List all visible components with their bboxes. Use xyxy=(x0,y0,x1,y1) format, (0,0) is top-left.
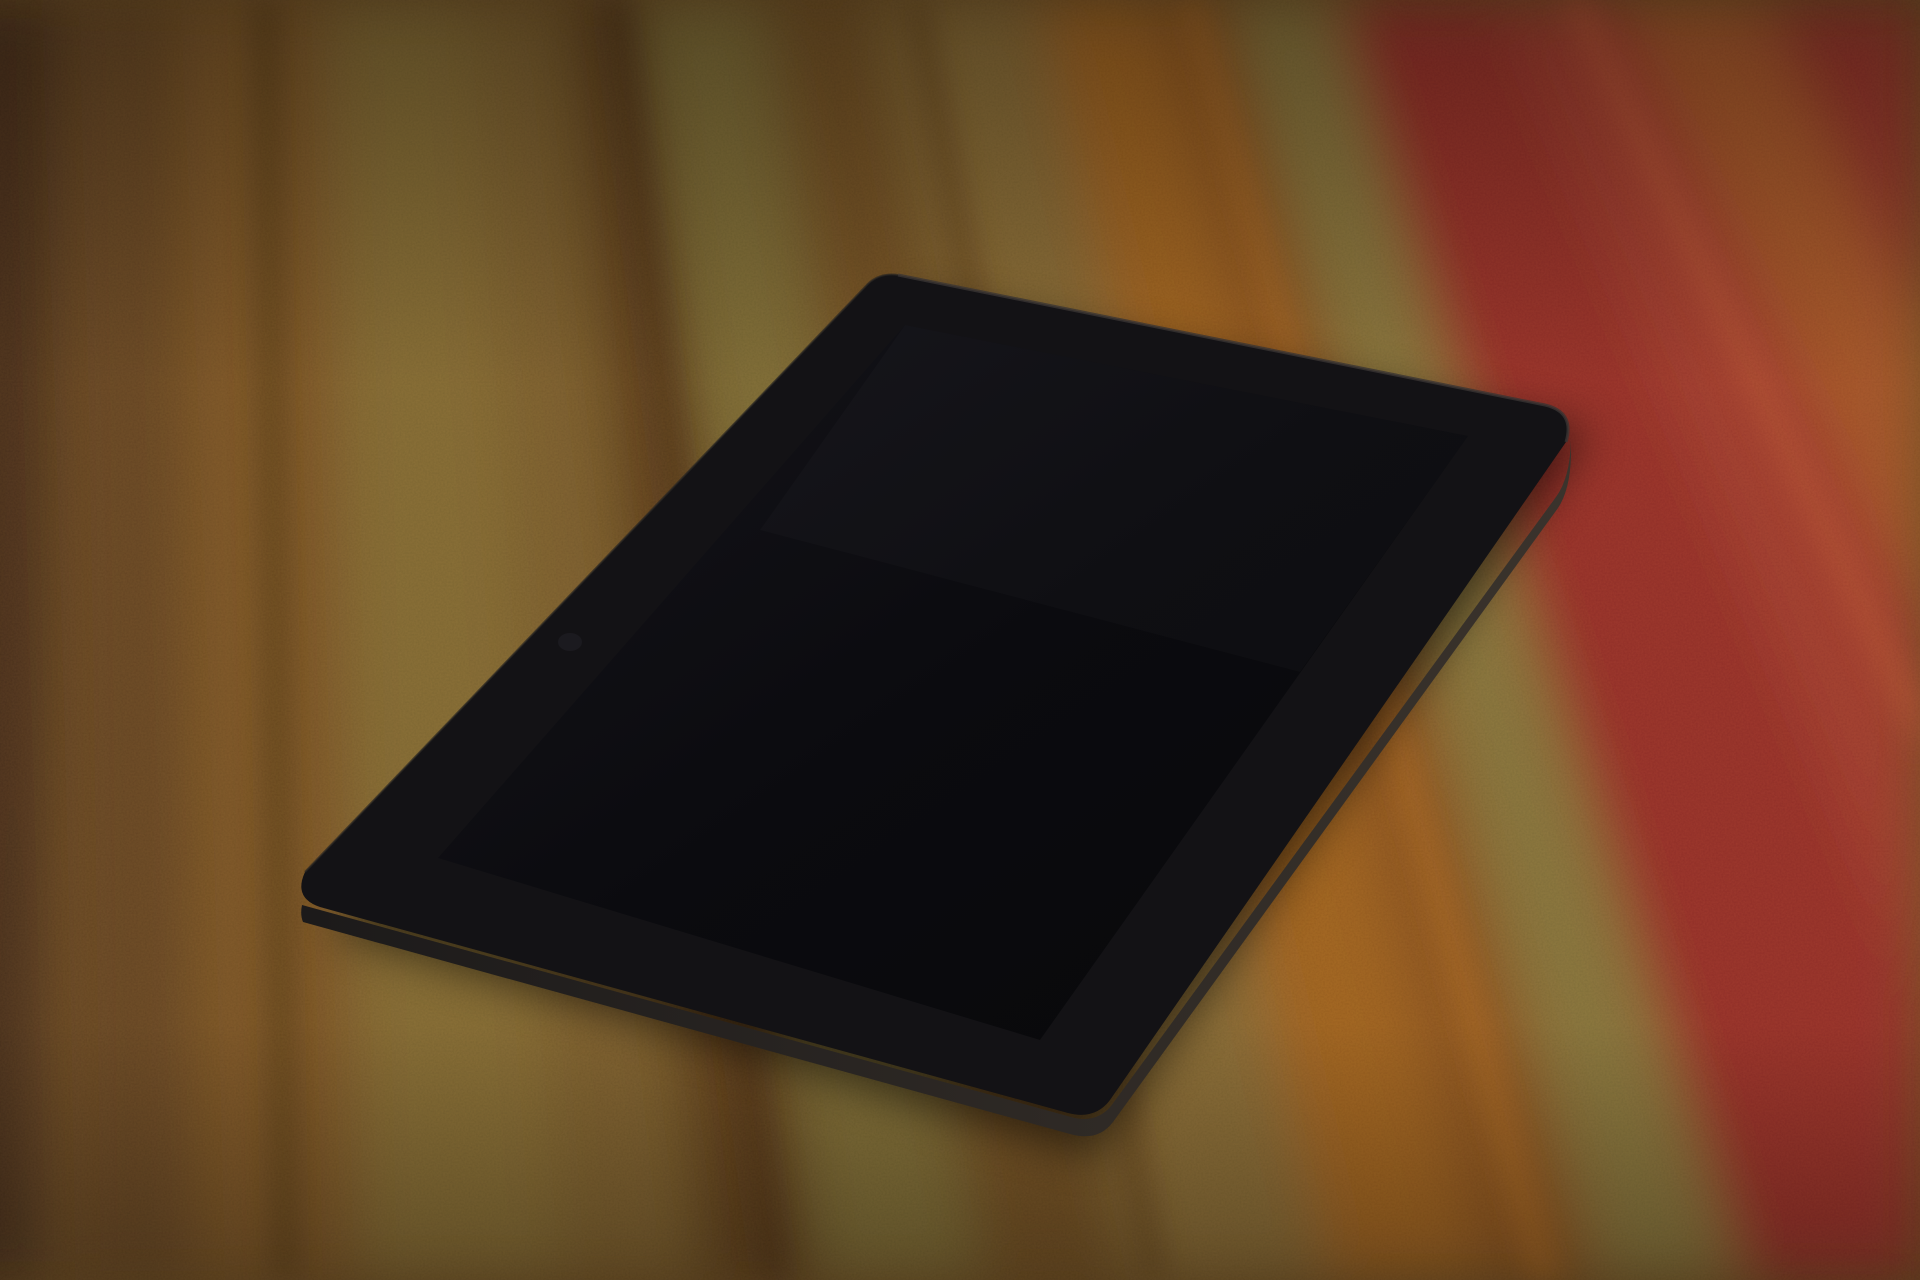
photo-scene xyxy=(0,0,1920,1280)
photo-canvas xyxy=(0,0,1920,1280)
camera-icon xyxy=(558,633,582,651)
